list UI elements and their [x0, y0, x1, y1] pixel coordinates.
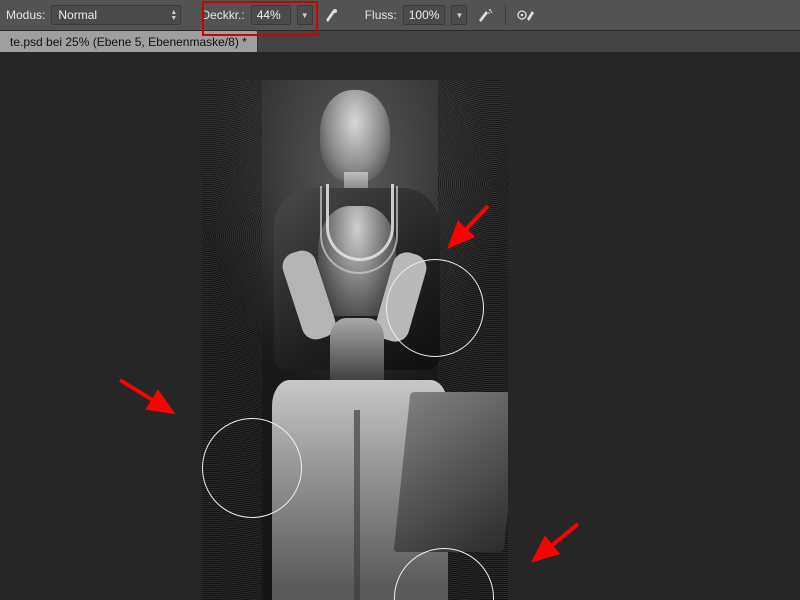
- flow-dropdown[interactable]: ▼: [451, 5, 467, 25]
- pen-pressure-icon: [323, 7, 339, 23]
- flow-input[interactable]: 100%: [403, 5, 446, 25]
- document-tab-title: te.psd bei 25% (Ebene 5, Ebenenmaske/8) …: [10, 35, 247, 49]
- options-bar: Modus: Normal ▲▼ Deckkr.: 44% ▼ Fluss: 1…: [0, 0, 800, 31]
- brush-cursor: [386, 259, 484, 357]
- airbrush-icon[interactable]: [473, 3, 497, 27]
- annotation-arrow-icon: [520, 516, 590, 576]
- pressure-opacity-icon[interactable]: [319, 3, 343, 27]
- chevron-down-icon: ▼: [301, 11, 309, 20]
- opacity-value: 44%: [257, 8, 281, 22]
- annotation-arrow-icon: [112, 370, 192, 430]
- opacity-dropdown[interactable]: ▼: [297, 5, 313, 25]
- opacity-label: Deckkr.:: [201, 8, 244, 22]
- canvas-area[interactable]: [0, 52, 800, 600]
- toolbar-divider: [505, 5, 506, 25]
- updown-icon: ▲▼: [170, 10, 177, 21]
- airbrush-svg-icon: [477, 7, 493, 23]
- canvas-image: [202, 80, 508, 600]
- mode-label: Modus:: [6, 8, 45, 22]
- flow-value: 100%: [409, 8, 440, 22]
- target-pen-icon: [517, 7, 535, 23]
- mode-select[interactable]: Normal ▲▼: [51, 5, 181, 25]
- document-tab[interactable]: te.psd bei 25% (Ebene 5, Ebenenmaske/8) …: [0, 31, 258, 53]
- flow-label: Fluss:: [365, 8, 397, 22]
- document-tab-bar: te.psd bei 25% (Ebene 5, Ebenenmaske/8) …: [0, 31, 800, 53]
- mode-value: Normal: [58, 8, 97, 22]
- pressure-size-icon[interactable]: [514, 3, 538, 27]
- brush-cursor: [202, 418, 302, 518]
- chevron-down-icon: ▼: [455, 11, 463, 20]
- opacity-input[interactable]: 44%: [251, 5, 291, 25]
